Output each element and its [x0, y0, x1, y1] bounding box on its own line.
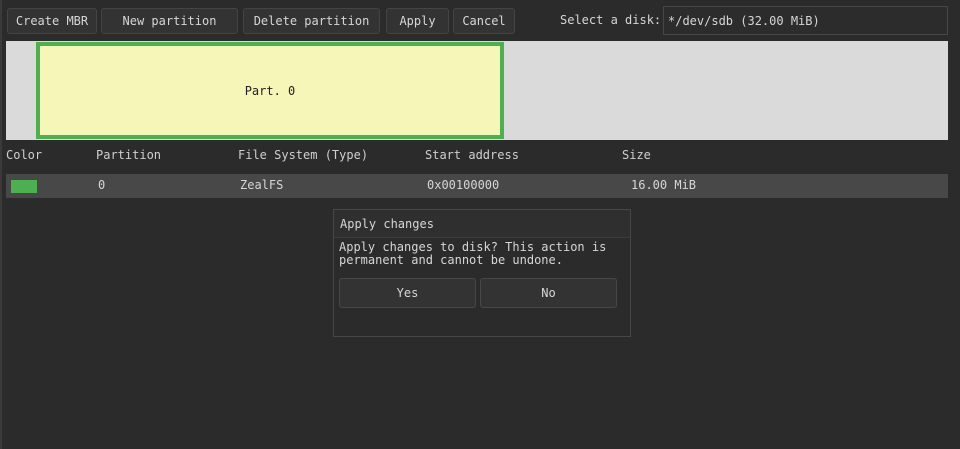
cell-size: 16.00 MiB — [631, 178, 697, 192]
table-row[interactable]: 0 ZealFS 0x00100000 16.00 MiB — [6, 174, 948, 198]
cell-partition-number: 0 — [98, 178, 106, 192]
dialog-no-button[interactable]: No — [480, 278, 617, 308]
disk-select-dropdown[interactable]: */dev/sdb (32.00 MiB) — [663, 6, 948, 35]
column-header-filesystem: File System (Type) — [238, 148, 369, 162]
window-left-edge — [0, 0, 2, 449]
column-header-partition: Partition — [96, 148, 162, 162]
apply-changes-dialog: Apply changes Apply changes to disk? Thi… — [333, 209, 631, 337]
partition-table-header: Color Partition File System (Type) Start… — [0, 148, 960, 166]
dialog-title: Apply changes — [334, 210, 630, 238]
new-partition-button[interactable]: New partition — [101, 8, 238, 34]
column-header-start-address: Start address — [425, 148, 519, 162]
disk-select-value: */dev/sdb (32.00 MiB) — [668, 13, 820, 28]
partition-block-0[interactable]: Part. 0 — [36, 42, 504, 139]
toolbar: Create MBR New partition Delete partitio… — [0, 0, 960, 40]
cell-filesystem: ZealFS — [240, 178, 284, 192]
dialog-title-text: Apply changes — [340, 216, 434, 231]
dialog-message: Apply changes to disk? This action is pe… — [339, 240, 607, 267]
apply-button[interactable]: Apply — [386, 8, 449, 34]
dialog-yes-button[interactable]: Yes — [339, 278, 476, 308]
column-header-color: Color — [6, 148, 43, 162]
partition-color-swatch — [11, 180, 37, 193]
delete-partition-button[interactable]: Delete partition — [243, 8, 380, 34]
cancel-button[interactable]: Cancel — [453, 8, 515, 34]
cell-start-address: 0x00100000 — [427, 178, 500, 192]
disk-partition-map: Part. 0 — [6, 41, 948, 140]
create-mbr-button[interactable]: Create MBR — [7, 8, 97, 34]
select-disk-label: Select a disk: — [560, 13, 662, 27]
column-header-size: Size — [622, 148, 651, 162]
partition-block-label: Part. 0 — [244, 83, 296, 98]
